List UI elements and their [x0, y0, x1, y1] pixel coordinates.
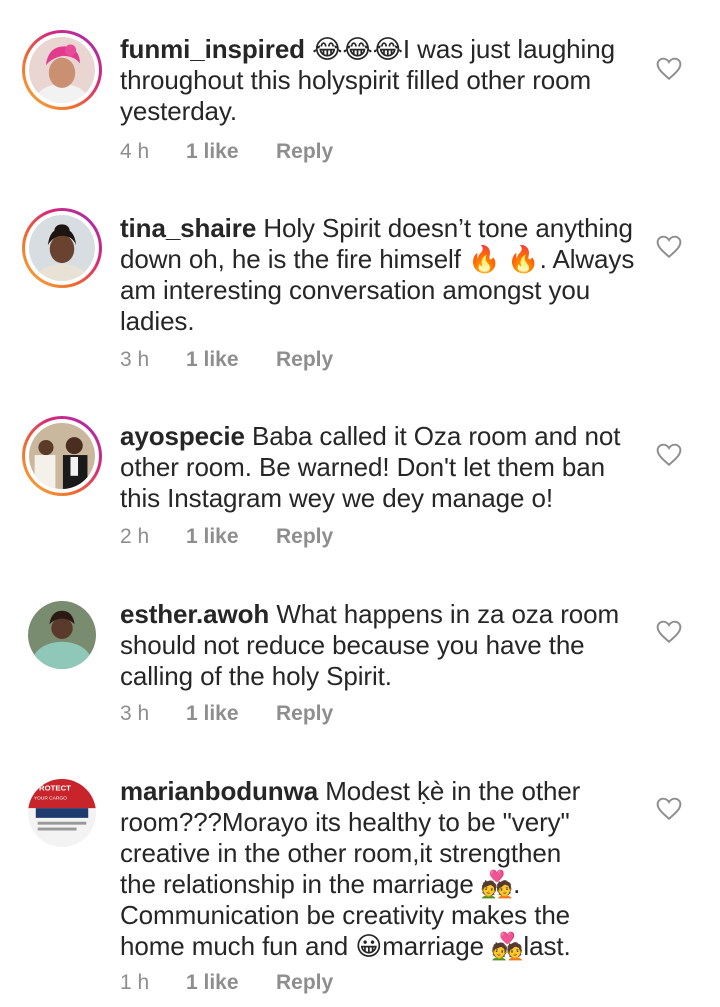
comment-line: the relationship in the marriage 💑.	[120, 869, 521, 899]
comment-line: calling of the holy Spirit.	[120, 661, 392, 691]
reply-button[interactable]: Reply	[276, 702, 333, 726]
comment-meta: 1 h 1 like Reply	[120, 971, 333, 995]
avatar[interactable]	[22, 30, 102, 110]
comment-line: Holy Spirit doesn’t tone anything	[263, 213, 633, 243]
comment-username[interactable]: esther.awoh	[120, 599, 269, 629]
comment-timestamp: 4 h	[120, 140, 150, 163]
comment-line: am interesting conversation amongst you	[120, 275, 591, 305]
comment-text: marianbodunwa Modest ḳè in the other roo…	[120, 776, 640, 962]
comment-line: home much fun and 😀marriage 💑last.	[120, 931, 571, 961]
like-count[interactable]: 1 like	[186, 140, 276, 164]
like-count[interactable]: 1 like	[186, 348, 276, 372]
comment-line: throughout this holyspirit filled other …	[120, 65, 592, 95]
heart-icon[interactable]	[656, 235, 682, 259]
profile-photo	[29, 37, 95, 103]
badge-line-1: PROTECT	[34, 784, 71, 793]
avatar[interactable]	[22, 416, 102, 496]
comment-line: Baba called it Oza room and not	[251, 421, 621, 451]
comment-line: should not reduce because you have the	[120, 630, 585, 660]
comment-line: other room. Be warned! Don't let them ba…	[120, 452, 606, 482]
heart-icon[interactable]	[656, 57, 682, 81]
comment-meta: 4 h 1 like Reply	[120, 140, 333, 164]
comment-line: down oh, he is the fire himself 🔥 🔥. Alw…	[120, 244, 635, 274]
heart-icon[interactable]	[656, 620, 682, 644]
comment-username[interactable]: marianbodunwa	[120, 776, 318, 806]
reply-button[interactable]: Reply	[276, 348, 333, 372]
like-count[interactable]: 1 like	[186, 971, 276, 995]
like-count[interactable]: 1 like	[186, 525, 276, 549]
profile-photo	[29, 215, 95, 281]
comment-meta: 2 h 1 like Reply	[120, 525, 333, 549]
badge-line-2: YOUR CARGO	[34, 795, 67, 801]
comment-line: ladies.	[120, 306, 195, 336]
comment-line: What happens in za oza room	[276, 599, 620, 629]
comment-text: ayospecie Baba called it Oza room and no…	[120, 421, 640, 514]
comment-text: funmi_inspired 😂😂😂I was just laughing th…	[120, 34, 640, 127]
comment-line: creative in the other room,it strengthen	[120, 838, 562, 868]
comment-line: 😂😂😂I was just laughing	[312, 34, 615, 64]
comment-timestamp: 3 h	[120, 348, 150, 371]
comment-line: Modest ḳè in the other	[325, 776, 581, 806]
profile-photo	[29, 423, 95, 489]
comment-timestamp: 3 h	[120, 702, 150, 725]
avatar[interactable]: PROTECT YOUR CARGO	[22, 773, 102, 853]
avatar[interactable]	[22, 208, 102, 288]
comment-line: yesterday.	[120, 96, 238, 126]
comment-timestamp: 2 h	[120, 525, 150, 548]
reply-button[interactable]: Reply	[276, 140, 333, 164]
comment-username[interactable]: funmi_inspired	[120, 34, 305, 64]
profile-photo: PROTECT YOUR CARGO	[28, 779, 96, 847]
like-count[interactable]: 1 like	[186, 702, 276, 726]
comment-timestamp: 1 h	[120, 971, 150, 994]
profile-photo	[28, 601, 96, 669]
comment-username[interactable]: tina_shaire	[120, 213, 256, 243]
reply-button[interactable]: Reply	[276, 971, 333, 995]
comment-meta: 3 h 1 like Reply	[120, 702, 333, 726]
comment-line: Communication be creativity makes the	[120, 900, 571, 930]
comment-username[interactable]: ayospecie	[120, 421, 245, 451]
heart-icon[interactable]	[656, 443, 682, 467]
reply-button[interactable]: Reply	[276, 525, 333, 549]
avatar[interactable]	[22, 595, 102, 675]
comment-meta: 3 h 1 like Reply	[120, 348, 333, 372]
comment-line: this Instagram wey we dey manage o!	[120, 483, 553, 513]
comment-text: esther.awoh What happens in za oza room …	[120, 599, 640, 692]
comment-line: room???Morayo its healthy to be "very"	[120, 807, 570, 837]
comment-text: tina_shaire Holy Spirit doesn’t tone any…	[120, 213, 640, 337]
heart-icon[interactable]	[656, 797, 682, 821]
